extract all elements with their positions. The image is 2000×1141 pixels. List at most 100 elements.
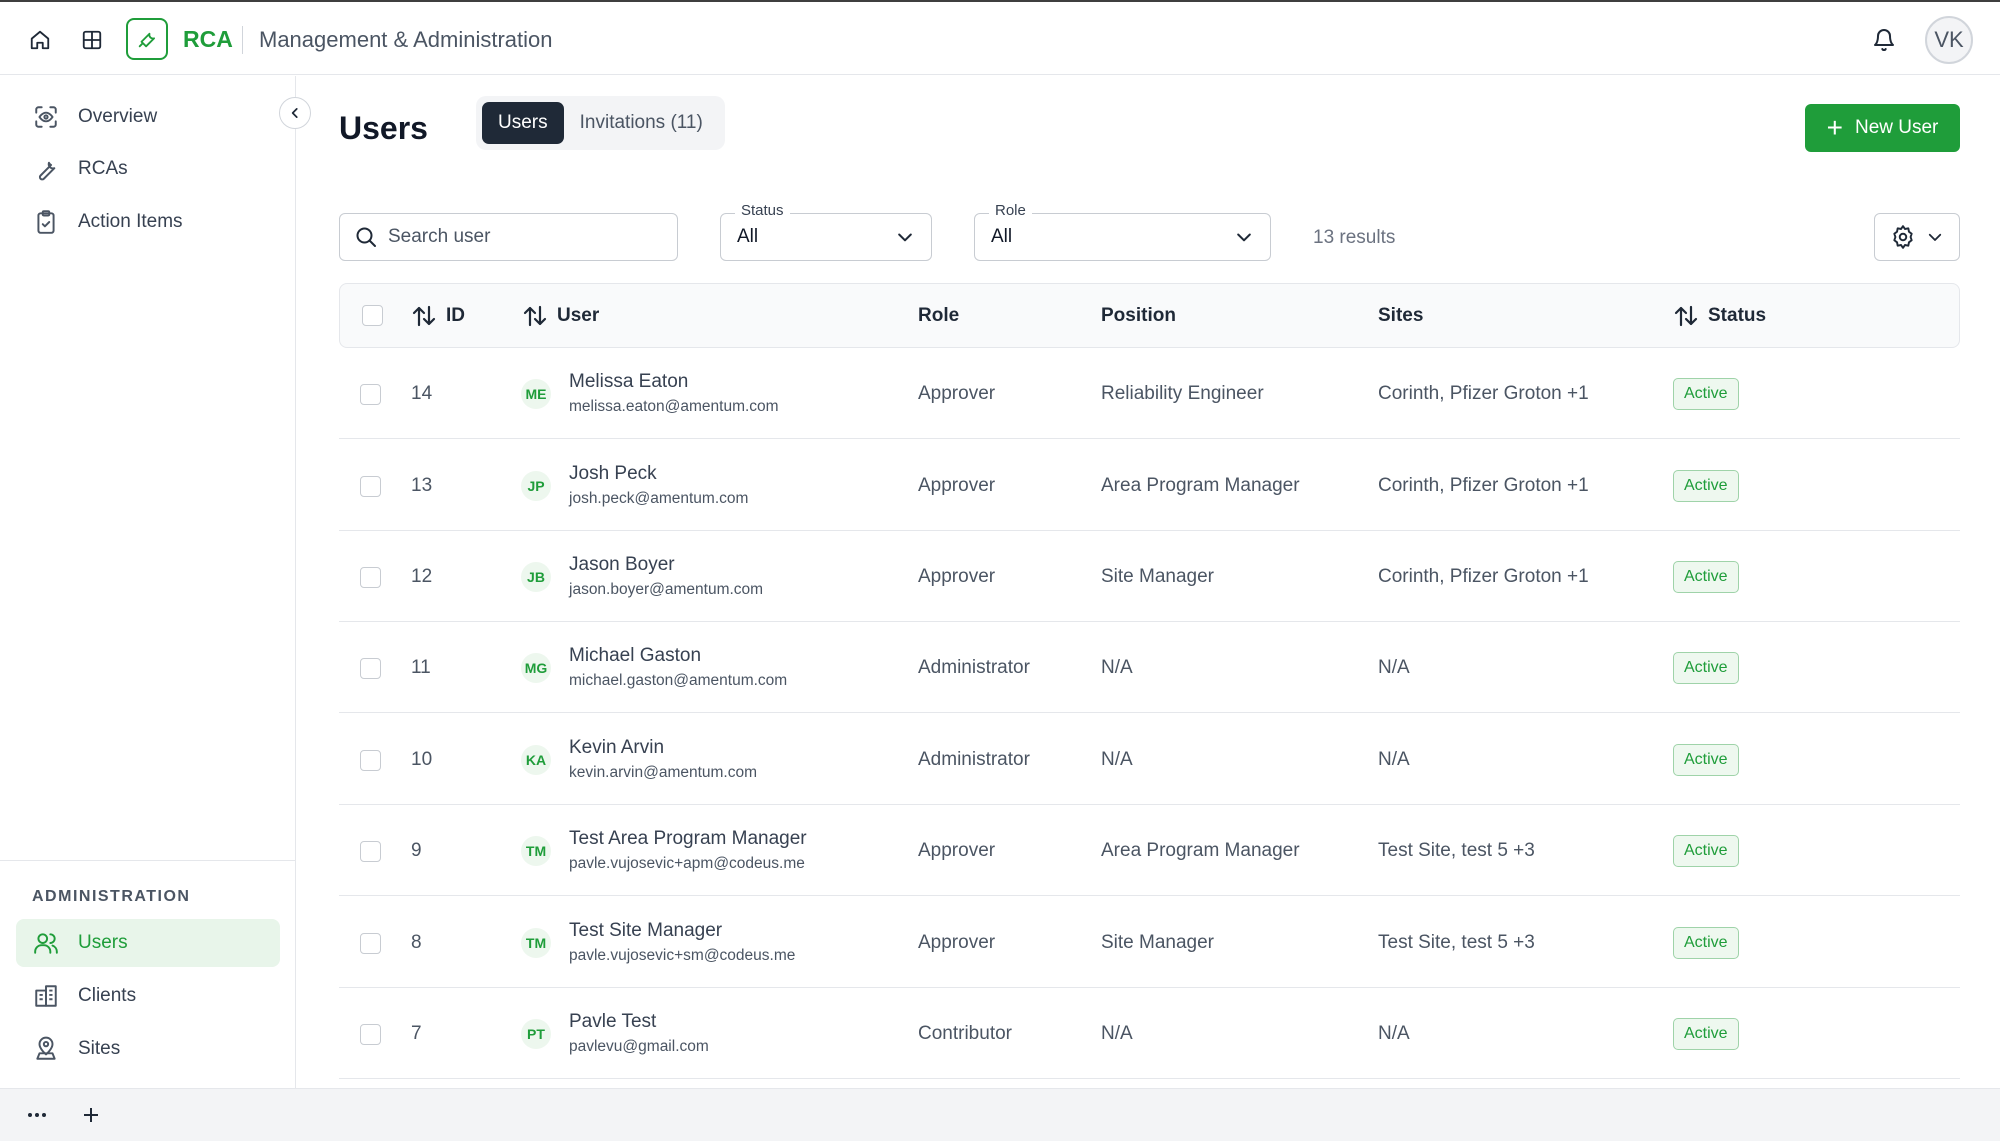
search-icon bbox=[356, 227, 376, 247]
status-select[interactable]: Status All bbox=[720, 202, 932, 261]
row-checkbox[interactable] bbox=[360, 841, 381, 862]
cell-role: Administrator bbox=[918, 749, 1030, 770]
sidebar-item-rcas[interactable]: RCAs bbox=[16, 145, 280, 193]
user-email: kevin.arvin@amentum.com bbox=[569, 764, 758, 781]
table-row[interactable]: 7 PT Pavle Test pavlevu@gmail.com Contri… bbox=[339, 988, 1960, 1079]
sidebar-item-label: Users bbox=[78, 932, 128, 953]
table-row[interactable]: 12 JB Jason Boyer jason.boyer@amentum.co… bbox=[339, 531, 1960, 622]
select-all-checkbox[interactable] bbox=[362, 305, 383, 326]
user-name: Test Area Program Manager bbox=[569, 828, 807, 849]
table-row[interactable]: 11 MG Michael Gaston michael.gaston@amen… bbox=[339, 622, 1960, 713]
cell-id: 13 bbox=[411, 475, 433, 496]
clipboard-check-icon bbox=[32, 208, 60, 236]
column-header-user[interactable]: User bbox=[523, 305, 599, 327]
row-checkbox[interactable] bbox=[360, 658, 381, 679]
user-avatar[interactable]: VK bbox=[1925, 16, 1973, 64]
status-select-label: Status bbox=[735, 202, 790, 219]
row-checkbox[interactable] bbox=[360, 567, 381, 588]
sidebar-item-action-items[interactable]: Action Items bbox=[16, 198, 280, 246]
table-row[interactable]: 9 TM Test Area Program Manager pavle.vuj… bbox=[339, 805, 1960, 896]
cell-role: Approver bbox=[918, 475, 996, 496]
column-header-sites: Sites bbox=[1378, 305, 1424, 326]
user-name: Josh Peck bbox=[569, 463, 657, 484]
cell-role: Approver bbox=[918, 840, 996, 861]
sidebar-item-label: Overview bbox=[78, 106, 158, 127]
cell-position: N/A bbox=[1101, 1023, 1133, 1044]
row-checkbox[interactable] bbox=[360, 1024, 381, 1045]
column-header-user-label: User bbox=[557, 305, 600, 326]
cell-role: Approver bbox=[918, 566, 996, 587]
cell-role: Approver bbox=[918, 383, 996, 404]
map-pin-icon bbox=[32, 1035, 60, 1063]
status-badge: Active bbox=[1673, 835, 1739, 867]
user-name: Melissa Eaton bbox=[569, 371, 689, 392]
brand-logo-icon[interactable] bbox=[126, 18, 168, 60]
brand-separator bbox=[242, 26, 243, 54]
table-row[interactable]: 13 JP Josh Peck josh.peck@amentum.com Ap… bbox=[339, 440, 1960, 531]
user-initials-avatar: JB bbox=[521, 562, 551, 592]
cell-id: 11 bbox=[411, 657, 431, 678]
eye-scan-icon bbox=[32, 103, 60, 131]
column-header-status[interactable]: Status bbox=[1674, 305, 1766, 327]
cell-sites: Corinth, Pfizer Groton +1 bbox=[1378, 475, 1589, 496]
apps-grid-icon[interactable] bbox=[76, 24, 108, 56]
add-icon[interactable] bbox=[77, 1101, 105, 1129]
user-initials-avatar: TM bbox=[521, 928, 551, 958]
cell-sites: Corinth, Pfizer Groton +1 bbox=[1378, 383, 1589, 404]
status-badge: Active bbox=[1673, 652, 1739, 684]
sidebar-item-clients[interactable]: Clients bbox=[16, 972, 280, 1020]
search-field[interactable] bbox=[339, 213, 678, 261]
building-icon bbox=[32, 982, 60, 1010]
app-subtitle: Management & Administration bbox=[259, 27, 553, 52]
cell-role: Contributor bbox=[918, 1023, 1012, 1044]
home-icon[interactable] bbox=[24, 24, 56, 56]
row-checkbox[interactable] bbox=[360, 933, 381, 954]
user-name: Michael Gaston bbox=[569, 645, 702, 666]
row-checkbox[interactable] bbox=[360, 384, 381, 405]
cell-position: Area Program Manager bbox=[1101, 475, 1300, 496]
row-checkbox[interactable] bbox=[360, 750, 381, 771]
bottom-toolbar bbox=[0, 1088, 2000, 1141]
cell-sites: N/A bbox=[1378, 749, 1410, 770]
table-settings-button[interactable] bbox=[1874, 213, 1960, 261]
chevron-down-icon bbox=[1928, 233, 1942, 241]
search-input[interactable] bbox=[388, 226, 648, 248]
new-user-button[interactable]: + New User bbox=[1805, 104, 1960, 152]
role-select[interactable]: Role All bbox=[974, 202, 1271, 261]
user-email: melissa.eaton@amentum.com bbox=[569, 398, 779, 415]
collapse-sidebar-button[interactable] bbox=[279, 97, 311, 129]
cell-position: Area Program Manager bbox=[1101, 840, 1300, 861]
status-badge: Active bbox=[1673, 561, 1739, 593]
wrench-icon bbox=[32, 155, 60, 183]
sidebar-item-sites[interactable]: Sites bbox=[16, 1025, 280, 1073]
table-row[interactable]: 14 ME Melissa Eaton melissa.eaton@amentu… bbox=[339, 348, 1960, 439]
page-title: Users bbox=[339, 110, 428, 146]
brand-name[interactable]: RCA bbox=[183, 26, 233, 53]
gear-icon bbox=[1893, 225, 1913, 249]
more-options-icon[interactable] bbox=[23, 1101, 51, 1129]
table-row[interactable]: 8 TM Test Site Manager pavle.vujosevic+s… bbox=[339, 897, 1960, 988]
tab-users[interactable]: Users bbox=[482, 102, 564, 144]
cell-position: N/A bbox=[1101, 749, 1133, 770]
tab-invitations[interactable]: Invitations (11) bbox=[564, 102, 719, 144]
sidebar-item-label: RCAs bbox=[78, 158, 128, 179]
sidebar-item-overview[interactable]: Overview bbox=[16, 93, 280, 141]
column-header-id[interactable]: ID bbox=[412, 305, 465, 327]
top-bar: RCA Management & Administration VK bbox=[0, 0, 2000, 75]
user-email: jason.boyer@amentum.com bbox=[569, 581, 764, 598]
status-badge: Active bbox=[1673, 927, 1739, 959]
chevron-down-icon bbox=[898, 233, 912, 242]
cell-position: Site Manager bbox=[1101, 566, 1215, 587]
row-checkbox[interactable] bbox=[360, 476, 381, 497]
sidebar-item-label: Action Items bbox=[78, 211, 183, 232]
user-email: pavlevu@gmail.com bbox=[569, 1038, 709, 1055]
table-row[interactable]: 10 KA Kevin Arvin kevin.arvin@amentum.co… bbox=[339, 714, 1960, 805]
user-email: pavle.vujosevic+apm@codeus.me bbox=[569, 855, 805, 872]
notification-bell-icon[interactable] bbox=[1868, 24, 1900, 56]
user-initials-avatar: ME bbox=[521, 379, 551, 409]
status-badge: Active bbox=[1673, 470, 1739, 502]
cell-sites: Test Site, test 5 +3 bbox=[1378, 840, 1535, 861]
sidebar-item-users[interactable]: Users bbox=[16, 919, 280, 967]
status-badge: Active bbox=[1673, 378, 1739, 410]
user-email: pavle.vujosevic+sm@codeus.me bbox=[569, 947, 796, 964]
